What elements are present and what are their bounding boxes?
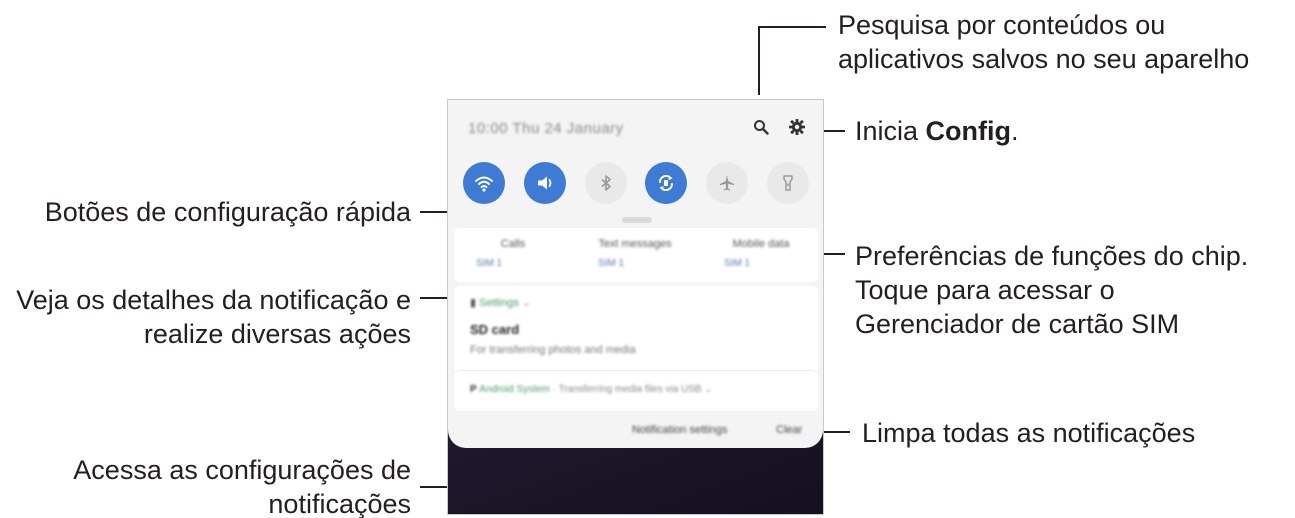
gear-icon[interactable] xyxy=(786,116,808,138)
callout-notification-settings-line2: notificações xyxy=(268,489,411,518)
phone-screenshot: 10:00 Thu 24 January Calls SIM 1 Text me… xyxy=(447,99,824,515)
notification-text: For transferring photos and media xyxy=(470,344,636,356)
callout-settings-bold: Config xyxy=(925,116,1012,146)
status-date-time: 10:00 Thu 24 January xyxy=(468,120,624,137)
notification2-text: Transferring media files via USB xyxy=(558,384,702,395)
callout-quick-buttons: Botões de configuração rápida xyxy=(45,195,411,229)
chevron-down-icon: ⌄ xyxy=(701,384,713,395)
callout-notification-detail: Veja os detalhes da notificação e realiz… xyxy=(16,283,411,351)
sim-pref-calls[interactable]: Calls SIM 1 xyxy=(468,238,558,269)
airplane-icon xyxy=(719,175,734,191)
callout-clear-text: Limpa todas as notificações xyxy=(862,418,1196,448)
diagram: Pesquisa por conteúdos ou aplicativos sa… xyxy=(0,0,1295,518)
sim-pref-calls-title: Calls xyxy=(500,238,526,250)
quick-bluetooth-button[interactable] xyxy=(584,162,627,204)
notification-panel: 10:00 Thu 24 January Calls SIM 1 Text me… xyxy=(448,100,823,448)
quick-flashlight-button[interactable] xyxy=(766,162,809,204)
notification-card[interactable]: ▮ Settings ⌄ SD card For transferring ph… xyxy=(454,286,818,376)
callout-settings-prefix: Inicia xyxy=(855,116,926,146)
callout-sim-line2: Toque para acessar o xyxy=(855,275,1115,305)
callout-notification-settings-line1: Acessa as configurações de xyxy=(73,455,411,485)
notification-app-icon: ▮ xyxy=(470,297,480,309)
callout-search-line1: Pesquisa por conteúdos ou xyxy=(838,10,1166,40)
callout-notification-settings: Acessa as configurações de notificações xyxy=(73,453,411,518)
notification-title: SD card xyxy=(470,322,520,337)
panel-drag-handle[interactable] xyxy=(622,217,652,223)
callout-notification-detail-line1: Veja os detalhes da notificação e xyxy=(16,285,411,315)
chevron-down-icon: ⌄ xyxy=(518,297,532,309)
quick-auto-rotate-button[interactable] xyxy=(645,162,688,204)
sim-pref-data[interactable]: Mobile data SIM 1 xyxy=(716,238,806,269)
callout-clear: Limpa todas as notificações xyxy=(862,416,1195,450)
sim-pref-data-title: Mobile data xyxy=(732,238,790,250)
callout-settings: Inicia Config. xyxy=(855,114,1019,148)
search-icon[interactable] xyxy=(750,116,772,138)
callout-notification-detail-line2: realize diversas ações xyxy=(143,319,411,349)
callout-sim: Preferências de funções do chip. Toque p… xyxy=(855,239,1248,341)
notification2-app: Android System xyxy=(479,384,550,395)
callout-settings-suffix: . xyxy=(1011,116,1019,146)
quick-wifi-button[interactable] xyxy=(463,162,506,204)
notification-app-name: Settings xyxy=(479,297,519,309)
bluetooth-icon xyxy=(601,175,611,191)
notification-header: ▮ Settings ⌄ xyxy=(470,296,531,309)
quick-airplane-button[interactable] xyxy=(705,162,748,204)
sim-pref-messages-sim: SIM 1 xyxy=(598,258,625,269)
auto-rotate-icon xyxy=(659,174,674,192)
notification-bottom-bar: Notification settings Clear xyxy=(454,416,818,446)
callout-search-line2: aplicativos salvos no seu aparelho xyxy=(838,44,1250,74)
wifi-icon xyxy=(475,176,494,192)
sim-pref-messages-title: Text messages xyxy=(598,238,672,250)
notification-card-2[interactable]: P Android System · Transferring media fi… xyxy=(454,370,818,411)
quick-sound-button[interactable] xyxy=(523,162,566,204)
sim-preferences-card[interactable]: Calls SIM 1 Text messages SIM 1 Mobile d… xyxy=(454,228,818,282)
clear-button[interactable]: Clear xyxy=(776,424,802,436)
sim-pref-messages[interactable]: Text messages SIM 1 xyxy=(590,238,680,269)
callout-sim-line3: Gerenciador de cartão SIM xyxy=(855,309,1180,339)
callout-sim-line1: Preferências de funções do chip. xyxy=(855,241,1249,271)
sim-pref-calls-sim: SIM 1 xyxy=(476,258,503,269)
notification2-content: P Android System · Transferring media fi… xyxy=(470,384,713,395)
callout-search: Pesquisa por conteúdos ou aplicativos sa… xyxy=(838,8,1249,76)
notification-settings-button[interactable]: Notification settings xyxy=(632,424,727,436)
leader-search xyxy=(758,26,826,95)
quick-settings-row xyxy=(454,154,818,212)
sim-pref-data-sim: SIM 1 xyxy=(724,258,751,269)
callout-quick-buttons-text: Botões de configuração rápida xyxy=(44,197,411,227)
notification2-app-icon: P xyxy=(470,384,480,395)
flashlight-icon xyxy=(782,175,793,191)
sound-icon xyxy=(537,176,552,190)
